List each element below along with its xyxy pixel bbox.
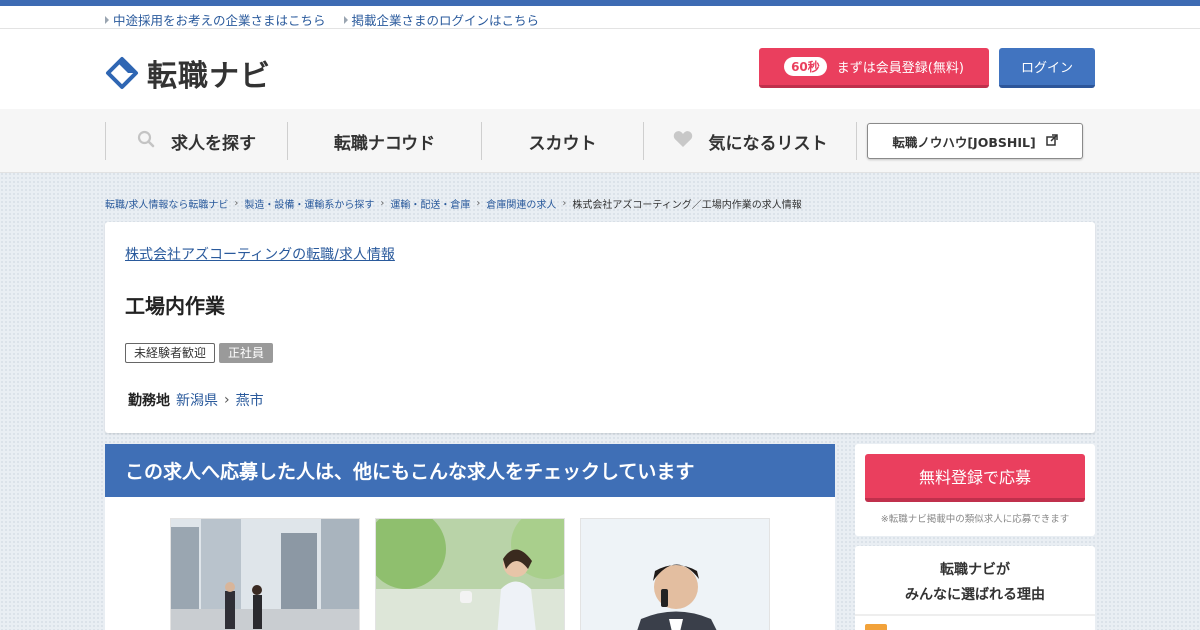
reasons-heading-line1: 転職ナビが [940, 562, 1010, 578]
employer-recruit-link[interactable]: 中途採用をお考えの企業さまはこちら [105, 10, 326, 29]
site-header: 転職ナビ 60秒 まずは会員登録(無料) ログイン [0, 29, 1200, 109]
apply-register-button[interactable]: 無料登録で応募 [865, 454, 1085, 502]
job-location: 勤務地 新潟県 › 燕市 [128, 390, 264, 410]
job-tags: 未経験者歓迎 正社員 [125, 343, 274, 363]
prefecture-link[interactable]: 新潟県 [176, 390, 218, 410]
reasons-box: 転職ナビが みんなに選ばれる理由 [855, 546, 1095, 630]
breadcrumb-link[interactable]: 転職/求人情報なら転職ナビ [105, 196, 228, 211]
chevron-right-icon: › [224, 392, 230, 408]
tag-employment-type: 正社員 [219, 343, 274, 363]
office-buildings-photo [171, 519, 359, 630]
breadcrumb-link[interactable]: 運輸・配送・倉庫 [390, 196, 470, 211]
breadcrumb: 転職/求人情報なら転職ナビ › 製造・設備・運輸系から探す › 運輸・配送・倉庫… [105, 196, 1095, 211]
jobshil-link-button[interactable]: 転職ノウハウ[JOBSHIL] [867, 123, 1083, 159]
breadcrumb-link[interactable]: 倉庫関連の求人 [486, 196, 556, 211]
city-link[interactable]: 燕市 [236, 390, 264, 410]
nav-nakoudo[interactable]: 転職ナコウド [287, 122, 481, 160]
nav-favorites[interactable]: 気になるリスト [643, 122, 857, 160]
chevron-right-icon: › [380, 198, 385, 209]
employer-login-label: 掲載企業さまのログインはこちら [351, 13, 540, 28]
breadcrumb-link[interactable]: 製造・設備・運輸系から探す [244, 196, 374, 211]
caret-right-icon [343, 15, 348, 24]
divider [855, 614, 1095, 616]
jobshil-label: 転職ノウハウ[JOBSHIL] [892, 134, 1036, 150]
job-title: 工場内作業 [125, 294, 225, 318]
nav-job-search[interactable]: 求人を探す [105, 122, 287, 160]
search-icon [137, 130, 155, 153]
breadcrumb-current: 株式会社アズコーティング／工場内作業の求人情報 [572, 200, 802, 211]
recommended-job-thumbnail[interactable] [170, 518, 360, 630]
nav-job-search-label: 求人を探す [171, 133, 256, 154]
global-nav: 求人を探す 転職ナコウド スカウト 気になるリスト 転職ノウハウ[JOBSHIL… [0, 109, 1200, 173]
job-summary-card: 株式会社アズコーティングの転職/求人情報 工場内作業 未経験者歓迎 正社員 勤務… [105, 222, 1095, 433]
utility-bar: 中途採用をお考えの企業さまはこちら 掲載企業さまのログインはこちら [0, 6, 1200, 29]
logo-text: 転職ナビ [147, 59, 271, 94]
chevron-right-icon: › [562, 198, 567, 209]
apply-note: ※転職ナビ掲載中の類似求人に応募できます [880, 514, 1070, 525]
caret-right-icon [105, 15, 109, 24]
register-button[interactable]: 60秒 まずは会員登録(無料) [759, 48, 989, 88]
chevron-right-icon: › [234, 198, 239, 209]
employer-recruit-label: 中途採用をお考えの企業さまはこちら [113, 13, 326, 28]
employer-login-link[interactable]: 掲載企業さまのログインはこちら [343, 10, 540, 29]
chevron-right-icon: › [476, 198, 481, 209]
register-label: まずは会員登録(無料) [836, 61, 964, 76]
recommendation-section: この求人へ応募した人は、他にもこんな求人をチェックしています [105, 444, 835, 630]
nav-scout-label: スカウト [528, 133, 597, 154]
nav-favorites-label: 気になるリスト [708, 133, 828, 154]
recommendation-heading: この求人へ応募した人は、他にもこんな求人をチェックしています [105, 444, 835, 497]
register-badge: 60秒 [784, 57, 827, 76]
apply-box: 無料登録で応募 ※転職ナビ掲載中の類似求人に応募できます [855, 444, 1095, 536]
businessman-phone-photo [581, 519, 769, 630]
external-link-icon [1045, 133, 1058, 149]
heart-icon [673, 130, 693, 153]
recommended-job-thumbnail[interactable] [580, 518, 770, 630]
recommended-job-thumbnail[interactable] [375, 518, 565, 630]
nav-scout[interactable]: スカウト [481, 122, 643, 160]
login-button[interactable]: ログイン [999, 48, 1095, 88]
nav-nakoudo-label: 転職ナコウド [333, 133, 436, 154]
woman-walking-photo [376, 519, 564, 630]
company-link[interactable]: 株式会社アズコーティングの転職/求人情報 [125, 244, 395, 264]
site-logo[interactable]: 転職ナビ [105, 51, 271, 95]
reasons-heading-line2: みんなに選ばれる理由 [905, 587, 1045, 603]
reasons-heading: 転職ナビが みんなに選ばれる理由 [855, 558, 1095, 608]
tag-inexperienced-welcome: 未経験者歓迎 [125, 343, 216, 363]
logo-mark-icon [105, 56, 139, 90]
location-label: 勤務地 [128, 393, 170, 409]
reason-marker-icon [865, 624, 887, 630]
